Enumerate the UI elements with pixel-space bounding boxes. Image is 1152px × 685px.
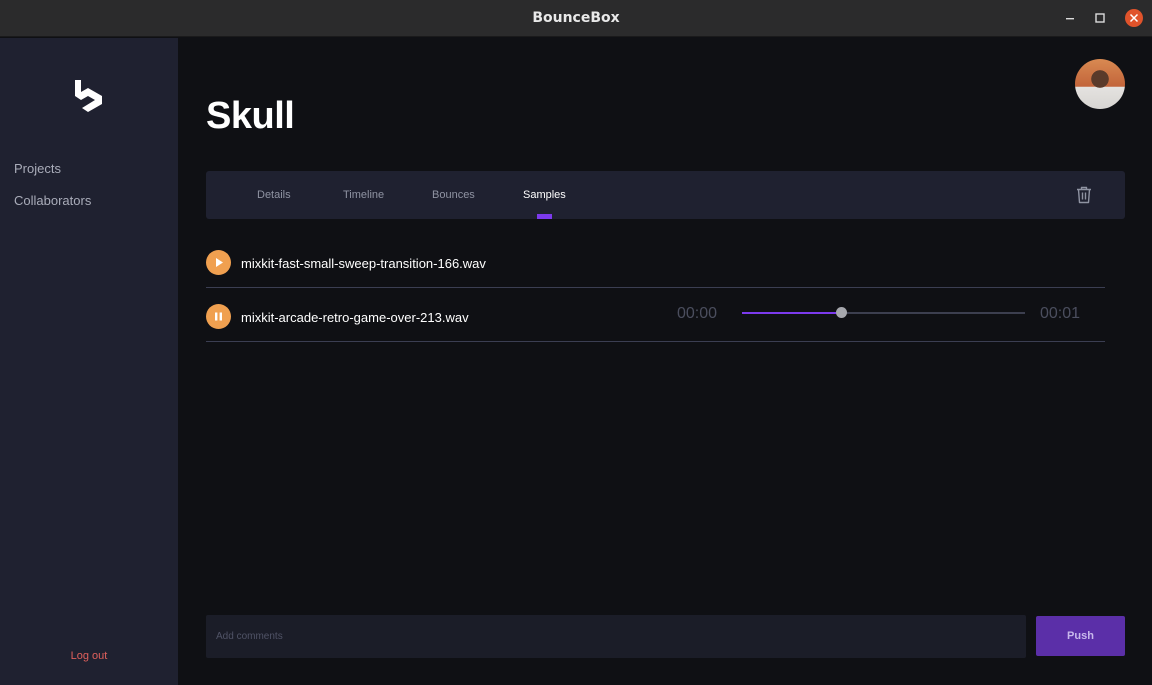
page-title: Skull: [206, 95, 295, 137]
comment-input[interactable]: [206, 615, 1026, 658]
tab-samples[interactable]: Samples: [523, 189, 566, 201]
sidebar-item-collaborators[interactable]: Collaborators: [14, 193, 91, 208]
user-avatar[interactable]: [1075, 59, 1125, 109]
active-tab-indicator: [537, 214, 552, 219]
sidebar: Projects Collaborators Log out: [0, 38, 178, 685]
total-time: 00:01: [1040, 305, 1081, 322]
sample-filename: mixkit-arcade-retro-game-over-213.wav: [241, 310, 469, 325]
sample-filename: mixkit-fast-small-sweep-transition-166.w…: [241, 256, 486, 271]
logout-link[interactable]: Log out: [0, 650, 178, 662]
seek-progress: [742, 312, 842, 314]
minimize-button[interactable]: [1061, 9, 1079, 27]
maximize-button[interactable]: [1091, 9, 1109, 27]
tab-details[interactable]: Details: [257, 189, 291, 201]
seek-handle[interactable]: [836, 307, 848, 318]
tab-bounces[interactable]: Bounces: [432, 189, 475, 201]
pause-button[interactable]: [206, 304, 231, 329]
current-time: 00:00: [677, 305, 718, 322]
list-item: mixkit-arcade-retro-game-over-213.wav 00…: [206, 288, 1105, 342]
minimize-icon: [1066, 18, 1074, 20]
window-title: BounceBox: [532, 10, 620, 26]
trash-icon[interactable]: [1076, 186, 1092, 204]
play-icon: [216, 258, 223, 267]
close-button[interactable]: [1125, 9, 1143, 27]
tab-timeline[interactable]: Timeline: [343, 189, 384, 201]
maximize-icon: [1095, 13, 1105, 23]
list-item: mixkit-fast-small-sweep-transition-166.w…: [206, 234, 1105, 288]
window-titlebar: BounceBox: [0, 0, 1152, 37]
bouncebox-logo-icon: [75, 80, 102, 112]
pause-icon: [215, 312, 222, 321]
play-button[interactable]: [206, 250, 231, 275]
tab-bar: Details Timeline Bounces Samples: [206, 171, 1125, 219]
close-icon: [1129, 13, 1139, 23]
push-button[interactable]: Push: [1036, 616, 1125, 656]
sidebar-item-projects[interactable]: Projects: [14, 161, 61, 176]
seek-slider[interactable]: [742, 307, 1025, 318]
